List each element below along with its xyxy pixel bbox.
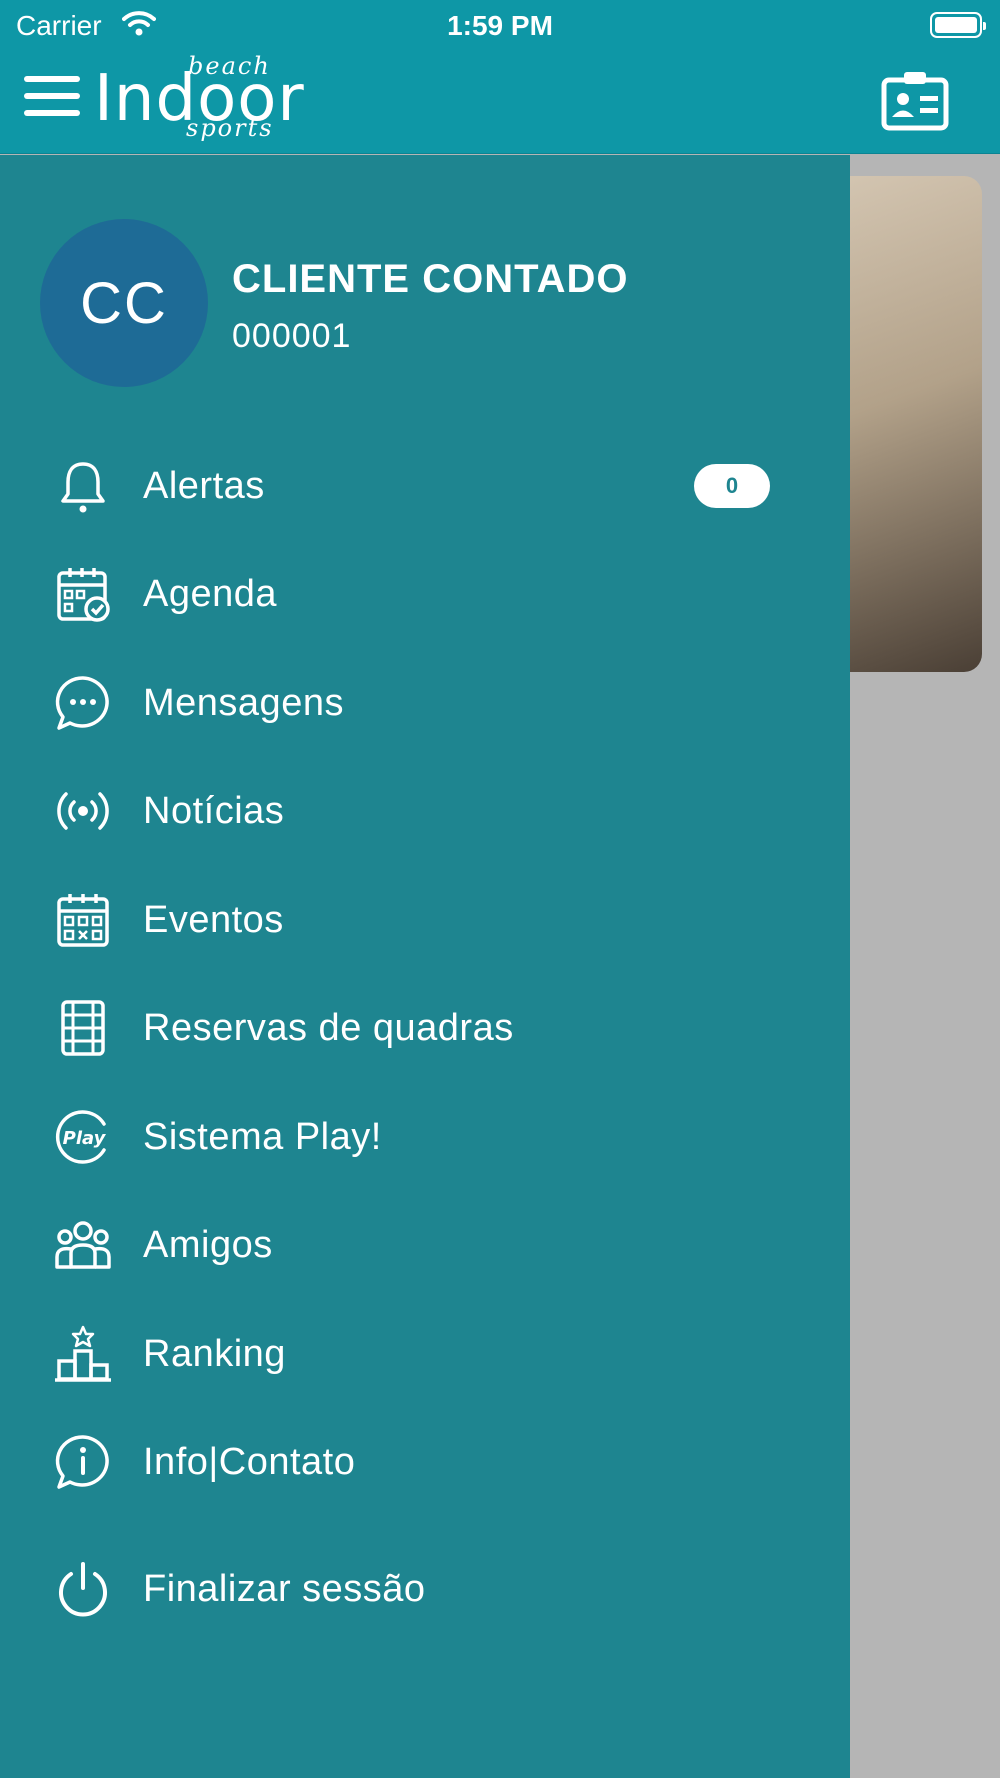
menu-item-reservas-de-quadras[interactable]: Reservas de quadras [0,980,850,1076]
menu-item-label: Info|Contato [143,1440,356,1483]
menu-item-label: Notícias [143,789,285,832]
menu-item-ranking[interactable]: Ranking [0,1306,850,1402]
calendar-check-icon [52,563,114,625]
logo-sports-text: sports [186,114,274,142]
group-icon [52,1214,114,1276]
battery-icon [930,12,986,38]
alert-count-badge: 0 [694,464,770,508]
menu-item-sistema-play[interactable]: Play Sistema Play! [0,1089,850,1185]
menu-item-info-contato[interactable]: Info|Contato [0,1414,850,1510]
top-bar: Carrier 1:59 PM beach Indoor sports [0,0,1000,154]
menu-item-label: Sistema Play! [143,1115,382,1158]
app-logo: beach Indoor sports [94,52,304,148]
calendar-grid-icon [52,889,114,951]
menu-item-finalizar-sessao[interactable]: Finalizar sessão [0,1541,850,1637]
menu-item-label: Reservas de quadras [143,1006,514,1049]
menu-item-noticias[interactable]: Notícias [0,763,850,859]
status-bar: Carrier 1:59 PM [0,0,1000,50]
chat-bubble-icon [52,672,114,734]
status-time: 1:59 PM [447,10,553,41]
power-icon [52,1558,114,1620]
menu-item-eventos[interactable]: Eventos [0,872,850,968]
podium-icon [52,1323,114,1385]
menu-item-label: Amigos [143,1223,273,1266]
bell-icon [52,455,114,517]
navigation-drawer: CC CLIENTE CONTADO 000001 Alertas 0 Agen… [0,155,850,1778]
play-logo-text: Play [63,1128,107,1149]
menu-item-amigos[interactable]: Amigos [0,1197,850,1293]
avatar[interactable]: CC [40,219,208,387]
user-name: CLIENTE CONTADO [232,257,629,301]
court-icon [52,997,114,1059]
menu-item-mensagens[interactable]: Mensagens [0,655,850,751]
profile-card-button[interactable] [880,70,950,132]
id-card-icon [881,72,949,131]
user-id: 000001 [232,317,352,355]
menu-item-label: Finalizar sessão [143,1567,426,1610]
hamburger-menu-button[interactable] [24,76,80,118]
menu-item-agenda[interactable]: Agenda [0,546,850,642]
menu-item-label: Mensagens [143,681,344,724]
menu-item-label: Eventos [143,898,284,941]
play-logo-icon: Play [52,1106,114,1168]
menu-item-label: Agenda [143,572,278,615]
info-chat-icon [52,1431,114,1493]
menu-item-label: Ranking [143,1332,286,1375]
menu-item-label: Alertas [143,464,265,507]
menu-item-alertas[interactable]: Alertas 0 [0,438,850,534]
broadcast-icon [52,780,114,842]
